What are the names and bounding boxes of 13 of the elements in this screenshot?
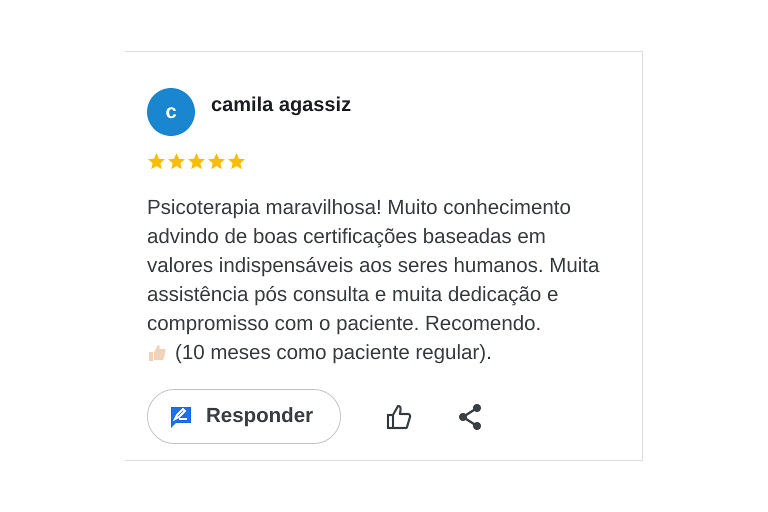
like-icon[interactable] <box>385 402 413 430</box>
author-name: camila agassiz <box>211 93 352 118</box>
star-icon <box>167 152 186 171</box>
reply-button[interactable]: Responder <box>147 389 341 444</box>
review-text: (10 meses como paciente regular). <box>175 340 492 366</box>
star-icon <box>227 152 246 171</box>
star-icon <box>147 152 166 171</box>
review-text: Psicoterapia maravilhosa! Muito conhecimento advindo de boas certificações baseadas em valores indispensáveis aos seres humanos. Muita assistência pós consulta e muita dedicação e compromisso com o paciente. Recomendo. <box>147 195 600 337</box>
star-icon <box>207 152 226 171</box>
star-icon <box>187 152 206 171</box>
avatar: c <box>147 88 195 136</box>
thumbs-up-icon <box>147 342 167 362</box>
share-icon[interactable] <box>457 402 483 430</box>
